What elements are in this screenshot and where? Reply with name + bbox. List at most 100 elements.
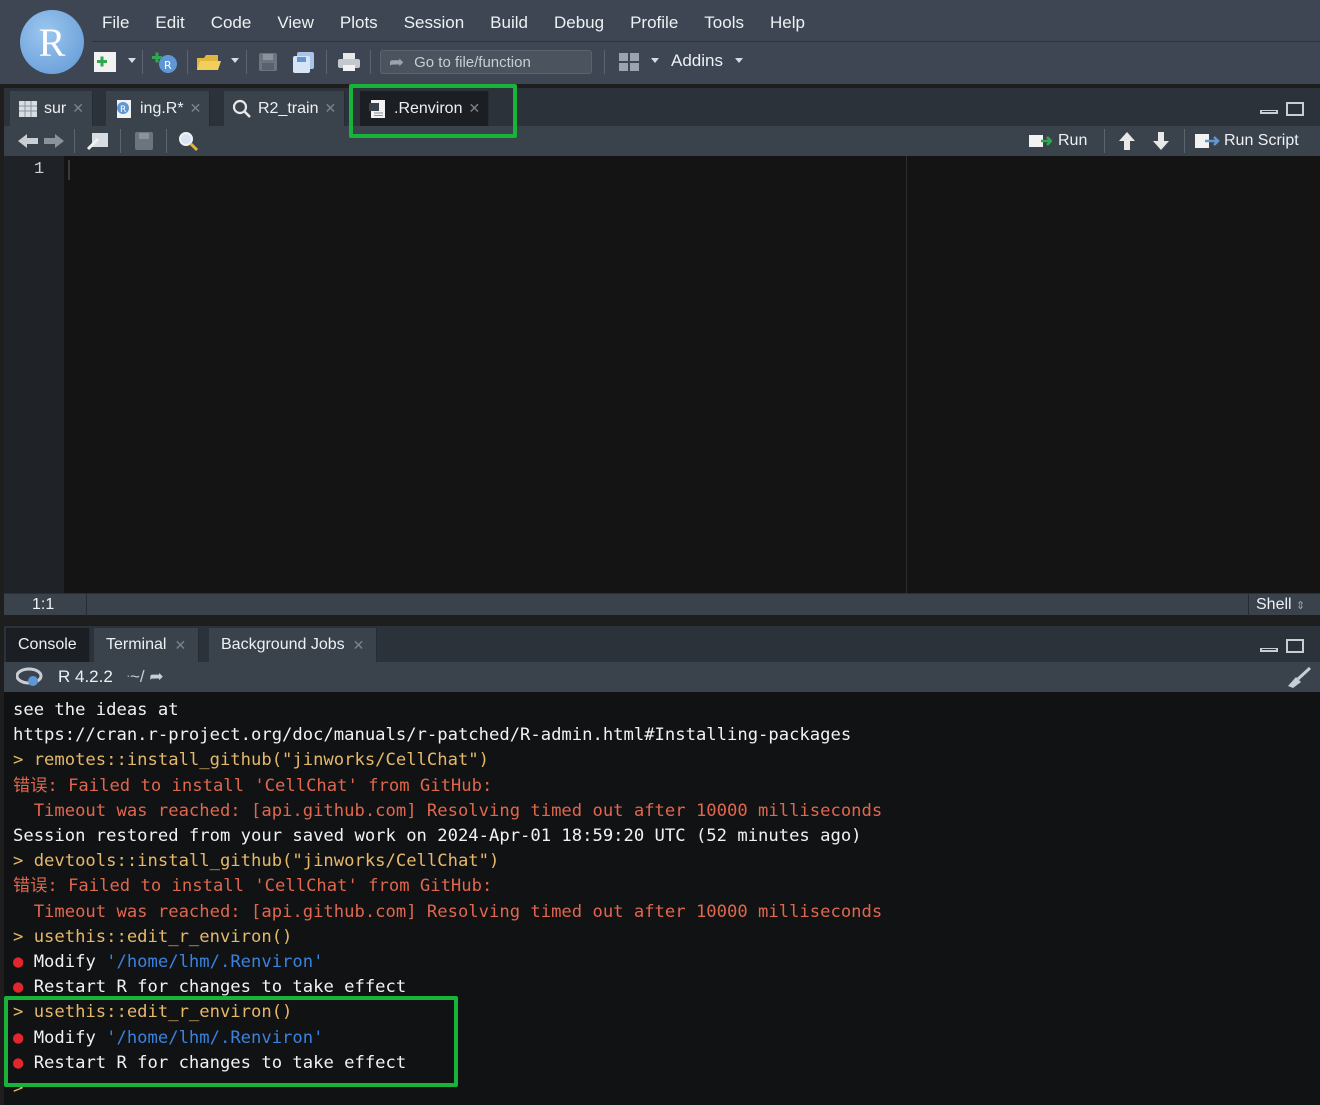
tab-renviron[interactable]: .Renviron ✕ (360, 91, 490, 126)
toolbar-divider (187, 50, 188, 74)
close-icon[interactable]: ✕ (324, 100, 336, 117)
save-all-icon[interactable] (292, 52, 314, 73)
menu-plots[interactable]: Plots (340, 12, 378, 34)
console-line: see the ideas at (13, 700, 179, 720)
chevron-down-icon[interactable] (128, 58, 136, 63)
find-replace-icon[interactable] (178, 131, 200, 153)
toolbar-divider (370, 50, 371, 74)
menu-edit[interactable]: Edit (155, 12, 184, 34)
run-script-icon[interactable] (1194, 132, 1220, 150)
editor-tab-bar: sur ✕ R ing.R* ✕ R2_train ✕ .Renviron ✕ (4, 88, 1320, 126)
new-file-icon[interactable] (94, 52, 116, 72)
console-toolbar: R 4.2.2 · ~/ ➦ (4, 662, 1320, 692)
new-project-icon[interactable]: R (152, 52, 177, 73)
menu-build[interactable]: Build (490, 12, 528, 34)
minimize-pane-icon[interactable] (1260, 110, 1278, 114)
close-icon[interactable]: ✕ (190, 100, 202, 117)
updown-caret-icon: ⇕ (1296, 600, 1306, 612)
minimize-pane-icon[interactable] (1260, 648, 1278, 652)
tab-label: sur (44, 99, 67, 117)
console-output[interactable]: see the ideas at https://cran.r-project.o… (4, 692, 1320, 1105)
file-path[interactable]: '/home/lhm/.Renviron' (106, 952, 323, 972)
tab-r2-train[interactable]: R2_train ✕ (224, 91, 346, 126)
close-icon[interactable]: ✕ (353, 637, 365, 654)
run-button[interactable]: Run (1058, 132, 1087, 150)
menu-session[interactable]: Session (404, 12, 464, 34)
top-bar: R File Edit Code View Plots Session Buil… (0, 0, 1320, 84)
save-icon[interactable] (134, 131, 154, 151)
project-icon: R (152, 52, 177, 73)
code-editor[interactable]: 1 (4, 156, 1320, 593)
goto-placeholder: Go to file/function (414, 53, 531, 71)
maximize-pane-icon[interactable] (1286, 639, 1304, 653)
tab-console[interactable]: Console (6, 628, 90, 662)
open-folder-icon[interactable] (196, 52, 221, 72)
printer-icon (338, 53, 360, 71)
menu-code[interactable]: Code (211, 12, 252, 34)
tab-label: .Renviron (394, 99, 463, 117)
cursor-position[interactable]: 1:1 (32, 596, 54, 614)
console-line: > usethis::edit_r_environ() (13, 926, 293, 947)
r-logo-icon (16, 667, 43, 686)
toolbar-divider (326, 50, 327, 74)
console-line: ● Modify '/home/lhm/.Renviron' (13, 1026, 882, 1051)
file-type-selector[interactable]: Shell ⇕ (1256, 596, 1305, 614)
run-icon[interactable] (1028, 132, 1052, 150)
console-line: Session restored from your saved work on… (13, 826, 862, 847)
menu-help[interactable]: Help (770, 12, 805, 34)
toolbar-divider (1184, 129, 1185, 153)
console-line: 错误: Failed to install 'CellChat' from Gi… (13, 876, 493, 897)
toolbar-divider (604, 50, 605, 74)
toolbar-divider (246, 50, 247, 74)
search-icon (232, 99, 252, 119)
save-icon[interactable] (258, 52, 280, 72)
clear-console-icon[interactable] (1286, 666, 1312, 688)
floppy-icon (259, 53, 277, 71)
print-margin (906, 156, 907, 593)
goto-file-function-input[interactable]: ➦ Go to file/function (380, 50, 592, 74)
arrow-up-icon[interactable] (1118, 131, 1136, 151)
chevron-down-icon[interactable] (651, 58, 659, 63)
menu-debug[interactable]: Debug (554, 12, 604, 34)
svg-text:R: R (164, 59, 172, 72)
chevron-down-icon[interactable] (231, 58, 239, 63)
menu-tools[interactable]: Tools (704, 12, 744, 34)
show-in-window-icon[interactable] (86, 131, 110, 151)
file-path[interactable]: '/home/lhm/.Renviron' (106, 1028, 323, 1048)
main-toolbar: R ➦ Go to file/function Addins (0, 42, 1320, 82)
arrow-down-icon[interactable] (1152, 131, 1170, 151)
working-directory[interactable]: ~/ ➦ (130, 667, 164, 687)
addins-menu[interactable]: Addins (671, 51, 723, 71)
run-script-button[interactable]: Run Script (1224, 132, 1299, 150)
floppy-stack-icon (293, 52, 314, 73)
back-arrow-icon[interactable] (18, 133, 40, 149)
bullet-icon: ● (13, 977, 34, 998)
close-icon[interactable]: ✕ (174, 637, 186, 654)
editor-toolbar: Run Run Script (4, 126, 1320, 156)
menu-profile[interactable]: Profile (630, 12, 678, 34)
tab-ing-r[interactable]: R ing.R* ✕ (106, 91, 211, 126)
console-tab-bar: Console Terminal ✕ Background Jobs ✕ (4, 626, 1320, 662)
r-script-icon: R (114, 99, 134, 119)
toolbar-divider (142, 50, 143, 74)
close-icon[interactable]: ✕ (468, 100, 480, 117)
console-line: ● Restart R for changes to take effect (13, 1051, 882, 1076)
folder-icon (197, 55, 221, 70)
tab-terminal[interactable]: Terminal ✕ (94, 628, 200, 662)
go-to-directory-icon: ➦ (149, 667, 164, 686)
toolbar-divider (166, 129, 167, 153)
console-line: Timeout was reached: [api.github.com] Re… (13, 800, 883, 821)
tab-background-jobs[interactable]: Background Jobs ✕ (209, 628, 378, 662)
menu-view[interactable]: View (277, 12, 314, 34)
maximize-pane-icon[interactable] (1286, 102, 1304, 116)
pane-layout-icon[interactable] (618, 52, 640, 72)
chevron-down-icon[interactable] (735, 58, 743, 63)
console-line: ● Modify '/home/lhm/.Renviron' (13, 950, 882, 975)
forward-arrow-icon[interactable] (42, 133, 64, 149)
print-icon[interactable] (337, 52, 360, 72)
close-icon[interactable]: ✕ (72, 100, 84, 117)
menu-bar: File Edit Code View Plots Session Build … (102, 12, 831, 34)
menu-file[interactable]: File (102, 12, 129, 34)
tab-sur[interactable]: sur ✕ (10, 91, 93, 126)
console-line: > usethis::edit_r_environ() (13, 1002, 293, 1023)
